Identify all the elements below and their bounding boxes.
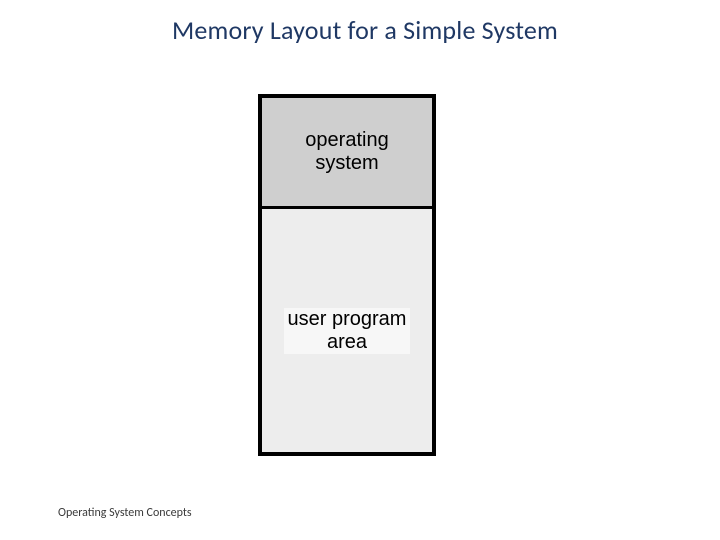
user-program-block: user program area bbox=[262, 209, 432, 452]
page-title: Memory Layout for a Simple System bbox=[0, 14, 720, 46]
user-program-label: user program area bbox=[284, 308, 411, 354]
memory-layout-diagram: operating system user program area bbox=[258, 94, 436, 456]
footer-text: Operating System Concepts bbox=[58, 506, 192, 520]
os-block: operating system bbox=[262, 98, 432, 209]
